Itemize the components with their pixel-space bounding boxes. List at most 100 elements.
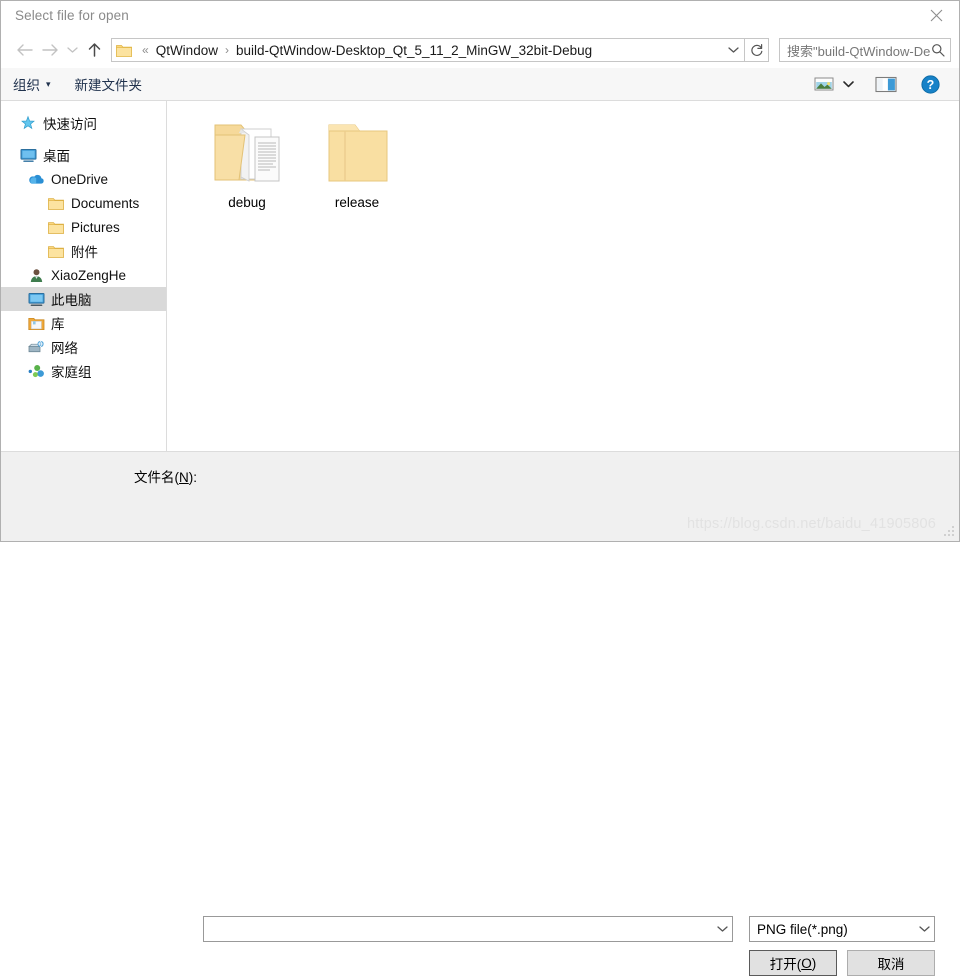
this-pc-icon: [25, 292, 47, 307]
open-folder-with-documents-icon: [214, 124, 280, 182]
user-icon: [25, 268, 47, 283]
new-folder-button[interactable]: 新建文件夹: [63, 68, 155, 100]
refresh-button[interactable]: [745, 38, 769, 62]
sidebar-item-user[interactable]: XiaoZengHe: [1, 263, 166, 287]
sidebar-label: Pictures: [71, 219, 120, 235]
folder-icon: [45, 244, 67, 258]
file-type-dropdown-button[interactable]: [914, 917, 934, 941]
sidebar-label: XiaoZengHe: [51, 267, 127, 283]
dialog-body: 快速访问 桌面 OneDrive Documents Pictures 附件 X…: [1, 101, 959, 452]
open-label-key: O: [801, 955, 812, 971]
breadcrumb-separator: ›: [224, 43, 229, 57]
chevron-down-icon: [716, 926, 728, 932]
file-name-label-suffix: ):: [188, 470, 197, 485]
search-icon-wrap: [930, 43, 946, 57]
organize-label: 组织: [13, 78, 40, 93]
help-button[interactable]: ?: [915, 69, 945, 99]
file-name-dropdown-button[interactable]: [712, 917, 732, 941]
file-type-combo[interactable]: PNG file(*.png): [749, 916, 935, 942]
up-button[interactable]: [81, 37, 107, 63]
close-button[interactable]: [913, 1, 959, 30]
sidebar-item-pictures[interactable]: Pictures: [1, 215, 166, 239]
sidebar-item-onedrive[interactable]: OneDrive: [1, 167, 166, 191]
sidebar-item-libraries[interactable]: 库: [1, 311, 166, 335]
file-open-dialog: Select file for open « QtWindow › build-…: [0, 0, 960, 976]
file-name-input[interactable]: [204, 917, 712, 941]
navigation-bar: « QtWindow › build-QtWindow-Desktop_Qt_5…: [1, 32, 959, 68]
open-label-suffix: ): [811, 955, 817, 971]
file-item-debug[interactable]: debug: [191, 111, 303, 210]
organize-menu-button[interactable]: 组织 ▾: [1, 68, 63, 100]
homegroup-icon: [25, 364, 47, 379]
network-icon: [25, 340, 47, 355]
open-button[interactable]: 打开(O): [749, 950, 837, 976]
sidebar-item-network[interactable]: 网络: [1, 335, 166, 359]
sidebar-item-this-pc[interactable]: 此电脑: [1, 287, 166, 311]
open-folder-with-documents-icon-wrap: [191, 111, 303, 189]
sidebar-item-documents[interactable]: Documents: [1, 191, 166, 215]
search-input[interactable]: 搜索"build-QtWindow-Des…: [787, 41, 930, 60]
view-mode-dropdown-button[interactable]: [839, 69, 857, 99]
sidebar-label: 此电脑: [51, 293, 92, 308]
help-icon: ?: [920, 74, 940, 94]
forward-arrow-icon: [41, 44, 58, 56]
address-bar[interactable]: « QtWindow › build-QtWindow-Desktop_Qt_5…: [111, 38, 745, 62]
address-dropdown-button[interactable]: [722, 39, 744, 61]
breadcrumb-current[interactable]: build-QtWindow-Desktop_Qt_5_11_2_MinGW_3…: [234, 43, 594, 58]
recent-locations-chevron-icon: [66, 47, 78, 53]
breadcrumb-parent[interactable]: QtWindow: [154, 43, 220, 58]
file-type-value: PNG file(*.png): [757, 921, 848, 937]
chevron-down-icon: [918, 926, 930, 932]
window-title: Select file for open: [15, 8, 129, 23]
sidebar-label: Documents: [71, 195, 140, 211]
back-arrow-icon: [16, 44, 33, 56]
search-box[interactable]: 搜索"build-QtWindow-Des…: [779, 38, 951, 62]
breadcrumb-overflow[interactable]: «: [137, 43, 154, 57]
preview-pane-icon: [875, 76, 897, 92]
command-bar: 组织 ▾ 新建文件夹 ?: [1, 68, 959, 101]
sidebar-label: 家庭组: [51, 365, 92, 380]
folder-icon: [116, 45, 132, 57]
file-name-label-prefix: 文件名(: [134, 470, 179, 485]
back-button[interactable]: [11, 37, 37, 63]
folder-icon: [45, 196, 67, 210]
file-name-label: debug: [228, 195, 266, 210]
sidebar-item-desktop[interactable]: 桌面: [1, 143, 166, 167]
sidebar-item-attachments[interactable]: 附件: [1, 239, 166, 263]
title-bar: Select file for open: [1, 1, 959, 32]
recent-locations-button[interactable]: [63, 37, 81, 63]
sidebar-label: 附件: [71, 245, 98, 260]
svg-text:?: ?: [926, 78, 934, 92]
refresh-icon: [750, 44, 762, 56]
command-bar-right-group: ?: [809, 69, 959, 99]
sidebar-item-homegroup[interactable]: 家庭组: [1, 359, 166, 383]
desktop-icon: [17, 148, 39, 163]
new-folder-label: 新建文件夹: [74, 78, 143, 93]
sidebar-label: 桌面: [43, 149, 70, 164]
resize-grip[interactable]: [944, 526, 956, 538]
library-icon: [25, 316, 47, 331]
cancel-label: 取消: [877, 957, 905, 972]
open-label-prefix: 打开(: [769, 957, 802, 972]
sidebar-item-quick-access[interactable]: 快速访问: [1, 111, 166, 135]
view-mode-icon: [814, 77, 834, 91]
folder-icon: [328, 124, 388, 182]
preview-pane-button[interactable]: [871, 69, 901, 99]
file-name-combo[interactable]: [203, 916, 733, 942]
sidebar-label: 快速访问: [43, 117, 97, 132]
file-name-label-text: 文件名(N):: [134, 466, 197, 486]
sidebar-label: 库: [51, 317, 65, 332]
watermark: https://blog.csdn.net/baidu_41905806: [687, 516, 937, 532]
chevron-down-icon: [842, 81, 854, 88]
folder-icon-wrap: [301, 111, 413, 189]
file-item-release[interactable]: release: [301, 111, 413, 210]
onedrive-cloud-icon: [25, 172, 47, 186]
cancel-button[interactable]: 取消: [847, 950, 935, 976]
file-list-pane[interactable]: debug release: [167, 101, 959, 451]
forward-button[interactable]: [37, 37, 63, 63]
pin-star-icon: [17, 115, 39, 131]
view-mode-button[interactable]: [809, 69, 839, 99]
chevron-down-icon: ▾: [46, 78, 51, 89]
search-icon: [932, 44, 945, 57]
